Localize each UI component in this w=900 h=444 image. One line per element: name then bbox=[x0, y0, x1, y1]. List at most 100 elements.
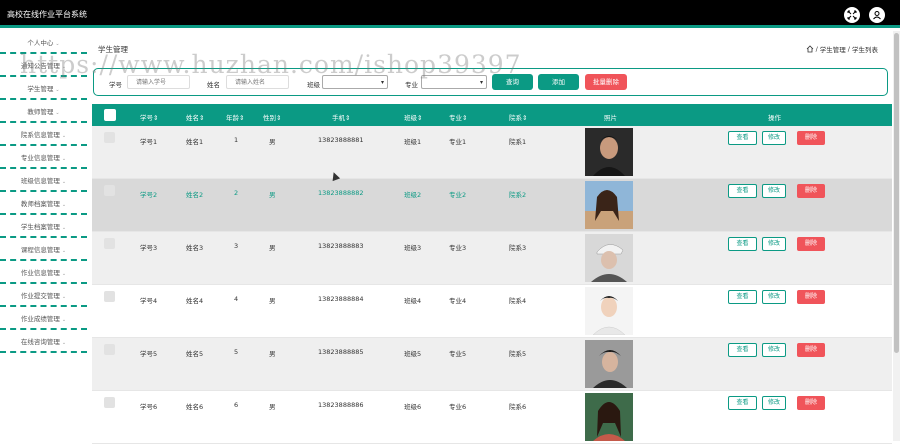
delete-button[interactable]: 删除 bbox=[797, 131, 825, 145]
name-input[interactable] bbox=[226, 75, 289, 89]
sort-icon: ⇕ bbox=[345, 114, 351, 122]
view-button[interactable]: 查看 bbox=[728, 290, 757, 304]
th-major[interactable]: 专业⇕ bbox=[449, 112, 467, 122]
view-button[interactable]: 查看 bbox=[728, 184, 757, 198]
th-gender[interactable]: 性别⇕ bbox=[263, 112, 281, 122]
sidebar-item-homework[interactable]: 作业信息管理 ⌄ bbox=[0, 261, 87, 284]
edit-button[interactable]: 修改 bbox=[762, 184, 786, 198]
student-no-input[interactable] bbox=[127, 75, 190, 89]
student-photo bbox=[585, 393, 633, 441]
row-checkbox[interactable] bbox=[104, 185, 115, 196]
row-checkbox[interactable] bbox=[104, 132, 115, 143]
main-content: 学生管理 / 学生管理 / 学生列表 学号 姓名 班级 ▾ 专业 ▾ 查询 添加… bbox=[92, 31, 892, 444]
sort-icon: ⇕ bbox=[276, 114, 282, 122]
breadcrumb-item-students[interactable]: 学生管理 bbox=[820, 44, 846, 54]
chevron-down-icon: ⌄ bbox=[61, 294, 67, 300]
chevron-down-icon: ⌄ bbox=[55, 110, 60, 116]
student-photo bbox=[585, 128, 633, 176]
sidebar-item-courses[interactable]: 课程信息管理 ⌄ bbox=[0, 238, 87, 261]
sidebar-item-notice[interactable]: 通知公告管理 ⌄ bbox=[0, 54, 87, 77]
home-icon[interactable] bbox=[806, 45, 814, 53]
th-name[interactable]: 姓名⇕ bbox=[186, 112, 204, 122]
sidebar-item-teacher-archives[interactable]: 教师档案管理 ⌄ bbox=[0, 192, 87, 215]
sidebar-item-personal-center[interactable]: 个人中心 ⌄ bbox=[0, 31, 87, 54]
delete-button[interactable]: 删除 bbox=[797, 396, 825, 410]
delete-button[interactable]: 删除 bbox=[797, 290, 825, 304]
sort-icon: ⇕ bbox=[522, 114, 528, 122]
chevron-down-icon: ⌄ bbox=[61, 133, 67, 139]
delete-button[interactable]: 删除 bbox=[797, 237, 825, 251]
chevron-down-icon: ⌄ bbox=[61, 156, 67, 162]
view-button[interactable]: 查看 bbox=[728, 396, 757, 410]
edit-button[interactable]: 修改 bbox=[762, 396, 786, 410]
chevron-down-icon: ⌄ bbox=[61, 202, 67, 208]
page-title: 学生管理 bbox=[98, 45, 128, 54]
class-select[interactable]: ▾ bbox=[322, 75, 388, 89]
student-photo bbox=[585, 234, 633, 282]
delete-button[interactable]: 删除 bbox=[797, 184, 825, 198]
select-all-checkbox[interactable] bbox=[104, 109, 116, 121]
query-button[interactable]: 查询 bbox=[492, 74, 533, 90]
class-label: 班级 bbox=[307, 81, 320, 89]
sort-icon: ⇕ bbox=[153, 114, 159, 122]
sort-icon: ⇕ bbox=[199, 114, 205, 122]
table-row[interactable]: 学号1 姓名1 1 男 13823888881 班级1 专业1 院系1 查看 修… bbox=[92, 126, 892, 179]
edit-button[interactable]: 修改 bbox=[762, 131, 786, 145]
table-row[interactable]: 学号4 姓名4 4 男 13823888884 班级4 专业4 院系4 查看 修… bbox=[92, 285, 892, 338]
page-scrollbar[interactable] bbox=[893, 31, 900, 441]
sidebar-item-majors[interactable]: 专业信息管理 ⌄ bbox=[0, 146, 87, 169]
sidebar-menu: 个人中心 ⌄ 通知公告管理 ⌄ 学生管理 ⌄ 教师管理 ⌄ 院系信息管理 ⌄ 专业信息管理… bbox=[0, 31, 87, 441]
major-label: 专业 bbox=[405, 81, 418, 89]
scrollbar-thumb[interactable] bbox=[894, 33, 899, 353]
app-title: 高校在线作业平台系统 bbox=[7, 10, 87, 19]
table-row[interactable]: 学号5 姓名5 5 男 13823888885 班级5 专业5 院系5 查看 修… bbox=[92, 338, 892, 391]
sidebar-item-classes[interactable]: 班级信息管理 ⌄ bbox=[0, 169, 87, 192]
user-avatar-icon[interactable] bbox=[869, 7, 885, 23]
fullscreen-icon[interactable] bbox=[844, 7, 860, 23]
table-row[interactable]: 学号6 姓名6 6 男 13823888886 班级6 专业6 院系6 查看 修… bbox=[92, 391, 892, 444]
sidebar-item-teachers[interactable]: 教师管理 ⌄ bbox=[0, 100, 87, 123]
major-select[interactable]: ▾ bbox=[421, 75, 487, 89]
th-actions: 操作 bbox=[768, 114, 781, 122]
th-phone[interactable]: 手机⇕ bbox=[332, 112, 350, 122]
chevron-down-icon: ⌄ bbox=[55, 87, 60, 93]
row-checkbox[interactable] bbox=[104, 344, 115, 355]
sidebar-item-submissions[interactable]: 作业提交管理 ⌄ bbox=[0, 284, 87, 307]
chevron-down-icon: ▾ bbox=[479, 79, 483, 86]
row-checkbox[interactable] bbox=[104, 291, 115, 302]
view-button[interactable]: 查看 bbox=[728, 131, 757, 145]
sidebar-item-departments[interactable]: 院系信息管理 ⌄ bbox=[0, 123, 87, 146]
edit-button[interactable]: 修改 bbox=[762, 290, 786, 304]
sidebar-item-students[interactable]: 学生管理 ⌄ bbox=[0, 77, 87, 100]
chevron-down-icon: ⌄ bbox=[61, 225, 67, 231]
sort-icon: ⇕ bbox=[462, 114, 468, 122]
edit-button[interactable]: 修改 bbox=[762, 237, 786, 251]
add-button[interactable]: 添加 bbox=[538, 74, 579, 90]
table-row[interactable]: 学号2 姓名2 2 男 13823888882 班级2 专业2 院系2 查看 修… bbox=[92, 179, 892, 232]
student-photo bbox=[585, 181, 633, 229]
table-row[interactable]: 学号3 姓名3 3 男 13823888883 班级3 专业3 院系3 查看 修… bbox=[92, 232, 892, 285]
table-header: 学号⇕ 姓名⇕ 年龄⇕ 性别⇕ 手机⇕ 班级⇕ 专业⇕ 院系⇕ 照片 操作 bbox=[92, 104, 892, 126]
th-class[interactable]: 班级⇕ bbox=[404, 112, 422, 122]
sort-icon: ⇕ bbox=[417, 114, 423, 122]
row-checkbox[interactable] bbox=[104, 397, 115, 408]
th-age[interactable]: 年龄⇕ bbox=[226, 112, 244, 122]
row-checkbox[interactable] bbox=[104, 238, 115, 249]
edit-button[interactable]: 修改 bbox=[762, 343, 786, 357]
chevron-down-icon: ⌄ bbox=[61, 271, 67, 277]
breadcrumb: / 学生管理 / 学生列表 bbox=[806, 44, 878, 54]
delete-button[interactable]: 删除 bbox=[797, 343, 825, 357]
sidebar-item-consultation[interactable]: 在线咨询管理 ⌄ bbox=[0, 330, 87, 353]
batch-delete-button[interactable]: 批量删除 bbox=[585, 74, 627, 90]
chevron-down-icon: ⌄ bbox=[61, 248, 67, 254]
view-button[interactable]: 查看 bbox=[728, 343, 757, 357]
sidebar-item-grades[interactable]: 作业成绩管理 ⌄ bbox=[0, 307, 87, 330]
th-student-no[interactable]: 学号⇕ bbox=[140, 112, 158, 122]
view-button[interactable]: 查看 bbox=[728, 237, 757, 251]
th-photo: 照片 bbox=[604, 114, 617, 122]
student-photo bbox=[585, 287, 633, 335]
search-panel: 学号 姓名 班级 ▾ 专业 ▾ 查询 添加 批量删除 bbox=[93, 68, 888, 96]
th-department[interactable]: 院系⇕ bbox=[509, 112, 527, 122]
sidebar-item-student-archives[interactable]: 学生档案管理 ⌄ bbox=[0, 215, 87, 238]
chevron-down-icon: ⌄ bbox=[55, 41, 60, 47]
